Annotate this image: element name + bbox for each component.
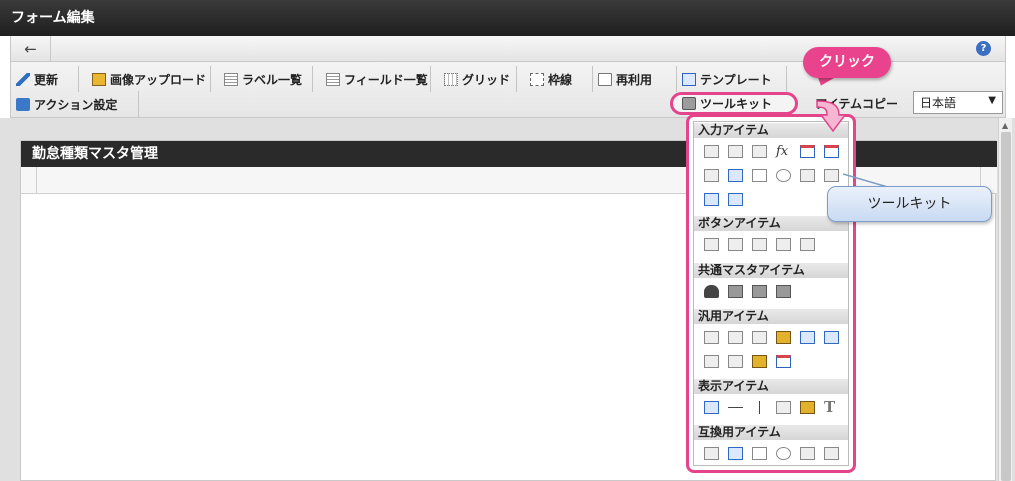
label-list-button[interactable]: ラベル一覧 — [219, 66, 313, 92]
table-icon[interactable] — [824, 169, 839, 182]
border-label: 枠線 — [548, 72, 573, 87]
toolkit-label: ツールキット — [700, 97, 773, 111]
label-list-label: ラベル一覧 — [242, 72, 303, 87]
field-list-button[interactable]: フィールド一覧 — [321, 66, 431, 92]
field-list-label: フィールド一覧 — [344, 72, 428, 87]
date-icon[interactable] — [800, 145, 815, 158]
toolbox-icon — [682, 97, 696, 110]
card-icon[interactable] — [728, 355, 743, 368]
label-icon[interactable] — [704, 401, 719, 414]
click-annotation-bubble: クリック — [803, 47, 891, 78]
list-icon — [224, 72, 238, 86]
datetime-icon[interactable] — [824, 145, 839, 158]
scroll-up-icon[interactable]: ▲ — [1002, 121, 1008, 130]
language-value: 日本語 — [920, 96, 957, 110]
hidden-field-icon[interactable] — [704, 331, 719, 344]
formula-icon[interactable]: fx — [776, 145, 791, 158]
box-icon[interactable] — [776, 401, 791, 414]
action-button-icon[interactable] — [800, 238, 815, 251]
next-button-icon[interactable] — [728, 238, 743, 251]
section-common-master-items: 共通マスタアイテム — [694, 263, 848, 278]
back-button[interactable]: ← — [11, 36, 51, 61]
image-upload-button[interactable]: 画像アップロード — [87, 66, 211, 92]
legacy-select-icon[interactable] — [704, 447, 719, 460]
checkbox-icon[interactable] — [752, 169, 767, 182]
template-icon — [682, 72, 696, 86]
action-settings-label: アクション設定 — [34, 97, 118, 112]
scroll-thumb[interactable] — [1001, 132, 1011, 481]
update-button[interactable]: 更新 — [11, 66, 79, 92]
text-icon[interactable]: T — [824, 400, 839, 415]
legacy-list-icon[interactable] — [728, 447, 743, 460]
section-button-items: ボタンアイテム — [694, 216, 848, 231]
reuse-button[interactable]: 再利用 — [593, 66, 677, 92]
toolkit-callout: ツールキット — [827, 186, 992, 222]
section-general-items: 汎用アイテム — [694, 309, 848, 324]
section-display-items: 表示アイテム — [694, 379, 848, 394]
tree-icon[interactable] — [752, 355, 767, 368]
legacy-checkbox-icon[interactable] — [752, 447, 767, 460]
calendar-icon[interactable] — [776, 355, 791, 368]
horizontal-line-icon[interactable] — [728, 407, 743, 408]
legacy-radio-icon[interactable] — [776, 447, 791, 460]
document-icon — [598, 72, 612, 86]
action-icon — [16, 97, 30, 111]
pencil-icon — [16, 72, 30, 86]
toolkit-button[interactable]: ツールキット — [670, 92, 798, 115]
user-icon[interactable] — [704, 285, 719, 298]
window-title: フォーム編集 — [0, 0, 1015, 36]
textbox-icon[interactable] — [704, 145, 719, 158]
section-compatibility-items: 互換用アイテム — [694, 425, 848, 440]
update-label: 更新 — [34, 72, 59, 87]
upload-icon[interactable] — [704, 193, 719, 206]
template-label: テンプレート — [700, 72, 772, 87]
legacy-combo-icon[interactable] — [800, 447, 815, 460]
frame-icon — [530, 72, 544, 86]
action-settings-button[interactable]: アクション設定 — [11, 91, 139, 117]
panel-icon[interactable] — [704, 355, 719, 368]
organization-icon[interactable] — [728, 285, 743, 298]
list-box-icon[interactable] — [728, 169, 743, 182]
image-upload-icon — [92, 72, 106, 86]
vertical-line-icon[interactable] — [759, 401, 760, 414]
picture-icon[interactable] — [800, 401, 815, 414]
grid-icon — [444, 72, 458, 86]
legacy-table-icon[interactable] — [824, 447, 839, 460]
return-button-icon[interactable] — [776, 238, 791, 251]
grid-table-icon[interactable] — [728, 193, 743, 206]
select-icon[interactable] — [704, 169, 719, 182]
toolkit-palette: 入力アイテム fx ボタンアイテム 共通マスタアイテム 汎用アイテム 表示アイテ… — [686, 114, 856, 473]
arrow-left-icon: ← — [24, 39, 37, 58]
border-button[interactable]: 枠線 — [525, 66, 593, 92]
help-icon[interactable]: ? — [976, 41, 991, 56]
template-button[interactable]: テンプレート — [677, 66, 787, 92]
grid-button[interactable]: グリッド — [439, 66, 517, 92]
vertical-scrollbar[interactable]: ▲ — [998, 118, 1012, 481]
camera-icon[interactable] — [752, 331, 767, 344]
file-upload-icon[interactable] — [800, 331, 815, 344]
back-button-icon[interactable] — [752, 238, 767, 251]
document-icon[interactable] — [728, 331, 743, 344]
reuse-label: 再利用 — [616, 72, 653, 87]
role-icon[interactable] — [776, 285, 791, 298]
submit-button-icon[interactable] — [704, 238, 719, 251]
number-icon[interactable] — [752, 145, 767, 158]
search-icon[interactable] — [776, 331, 791, 344]
textarea-icon[interactable] — [728, 145, 743, 158]
grid-label: グリッド — [462, 72, 511, 87]
image-upload-label: 画像アップロード — [110, 72, 207, 87]
combo-icon[interactable] — [800, 169, 815, 182]
radio-icon[interactable] — [776, 169, 791, 182]
chevron-down-icon: ▼ — [988, 95, 996, 106]
file-download-icon[interactable] — [824, 331, 839, 344]
language-select[interactable]: 日本語 ▼ — [913, 91, 1003, 114]
down-arrow-icon — [816, 100, 847, 133]
position-icon[interactable] — [752, 285, 767, 298]
list-icon — [326, 72, 340, 86]
